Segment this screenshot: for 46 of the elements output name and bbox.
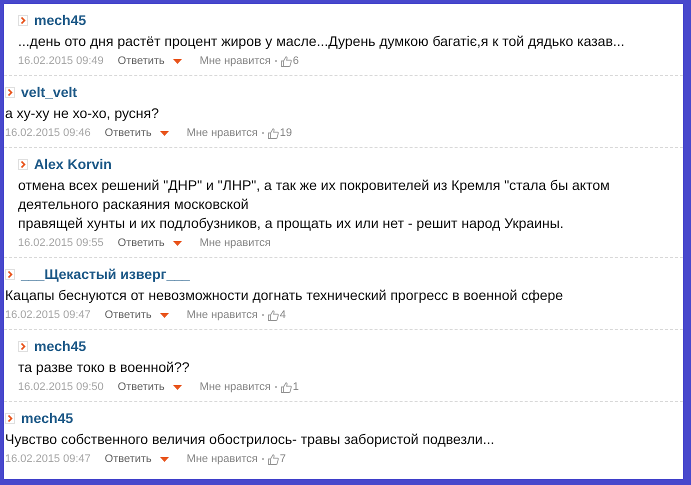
comment-text: Чувство собственного величия обострилось- травы забористой подвезли...: [5, 430, 496, 449]
caret-icon[interactable]: [172, 58, 182, 64]
reply-link[interactable]: Ответить: [104, 309, 152, 321]
reply-link[interactable]: Ответить: [118, 55, 165, 67]
caret-icon[interactable]: [160, 312, 169, 318]
like-count: 19: [280, 127, 292, 139]
comment-date: 16.02.2015 09:47: [5, 453, 91, 465]
comment-text: ...день ото дня растёт процент жиров у масле...Дурень думкою багатiє,я к той дядько казав...: [18, 32, 626, 51]
caret-icon[interactable]: [172, 384, 182, 390]
author-name: mech45: [34, 12, 86, 28]
comment-date: 16.02.2015 09:49: [18, 55, 104, 67]
like-link[interactable]: Мне нравится: [200, 381, 271, 393]
comment-date: 16.02.2015 09:46: [5, 127, 91, 139]
comment-date: 16.02.2015 09:47: [5, 309, 91, 321]
thumbs-up-icon[interactable]: [268, 454, 279, 464]
author-name: Alex Korvin: [34, 156, 112, 172]
author-name: velt_velt: [21, 84, 78, 100]
caret-icon[interactable]: [172, 240, 182, 246]
thumbs-up-icon[interactable]: [268, 128, 279, 138]
thumbs-up-icon[interactable]: [280, 382, 292, 392]
reply-link[interactable]: Ответить: [104, 453, 152, 465]
author-name: mech45: [21, 410, 74, 426]
caret-icon[interactable]: [160, 456, 169, 462]
reply-link[interactable]: Ответить: [118, 381, 165, 393]
like-count: 1: [292, 381, 299, 393]
comment-text: та разве токо в военной??: [18, 358, 191, 377]
thumbs-up-icon[interactable]: [268, 310, 279, 320]
comment-text: правящей хунты и их подлобузников, а прощать их или нет - решит народ Украины.: [18, 214, 565, 233]
author-name: mech45: [34, 338, 86, 354]
like-link[interactable]: Мне нравится: [200, 55, 271, 67]
thumbs-up-icon[interactable]: [280, 56, 292, 66]
like-link[interactable]: Мне нравится: [186, 453, 258, 465]
like-link[interactable]: Мне нравится: [186, 127, 258, 139]
author-name: ___Щекастый изверг___: [21, 266, 190, 282]
like-count: 4: [280, 309, 286, 321]
like-count: 6: [292, 55, 299, 67]
like-link[interactable]: Мне нравится: [200, 237, 271, 249]
like-link[interactable]: Мне нравится: [186, 309, 258, 321]
comment-date: 16.02.2015 09:55: [18, 237, 104, 249]
comment-date: 16.02.2015 09:50: [18, 381, 104, 393]
comment-text: Кацапы беснуются от невозможности догнать технический прогресс в военной сфере: [5, 286, 564, 305]
reply-link[interactable]: Ответить: [118, 237, 165, 249]
like-count: 7: [280, 453, 286, 465]
comment-text: а ху-ху не хо-хо, русня?: [5, 104, 160, 123]
reply-link[interactable]: Ответить: [104, 127, 152, 139]
caret-icon[interactable]: [160, 130, 169, 136]
